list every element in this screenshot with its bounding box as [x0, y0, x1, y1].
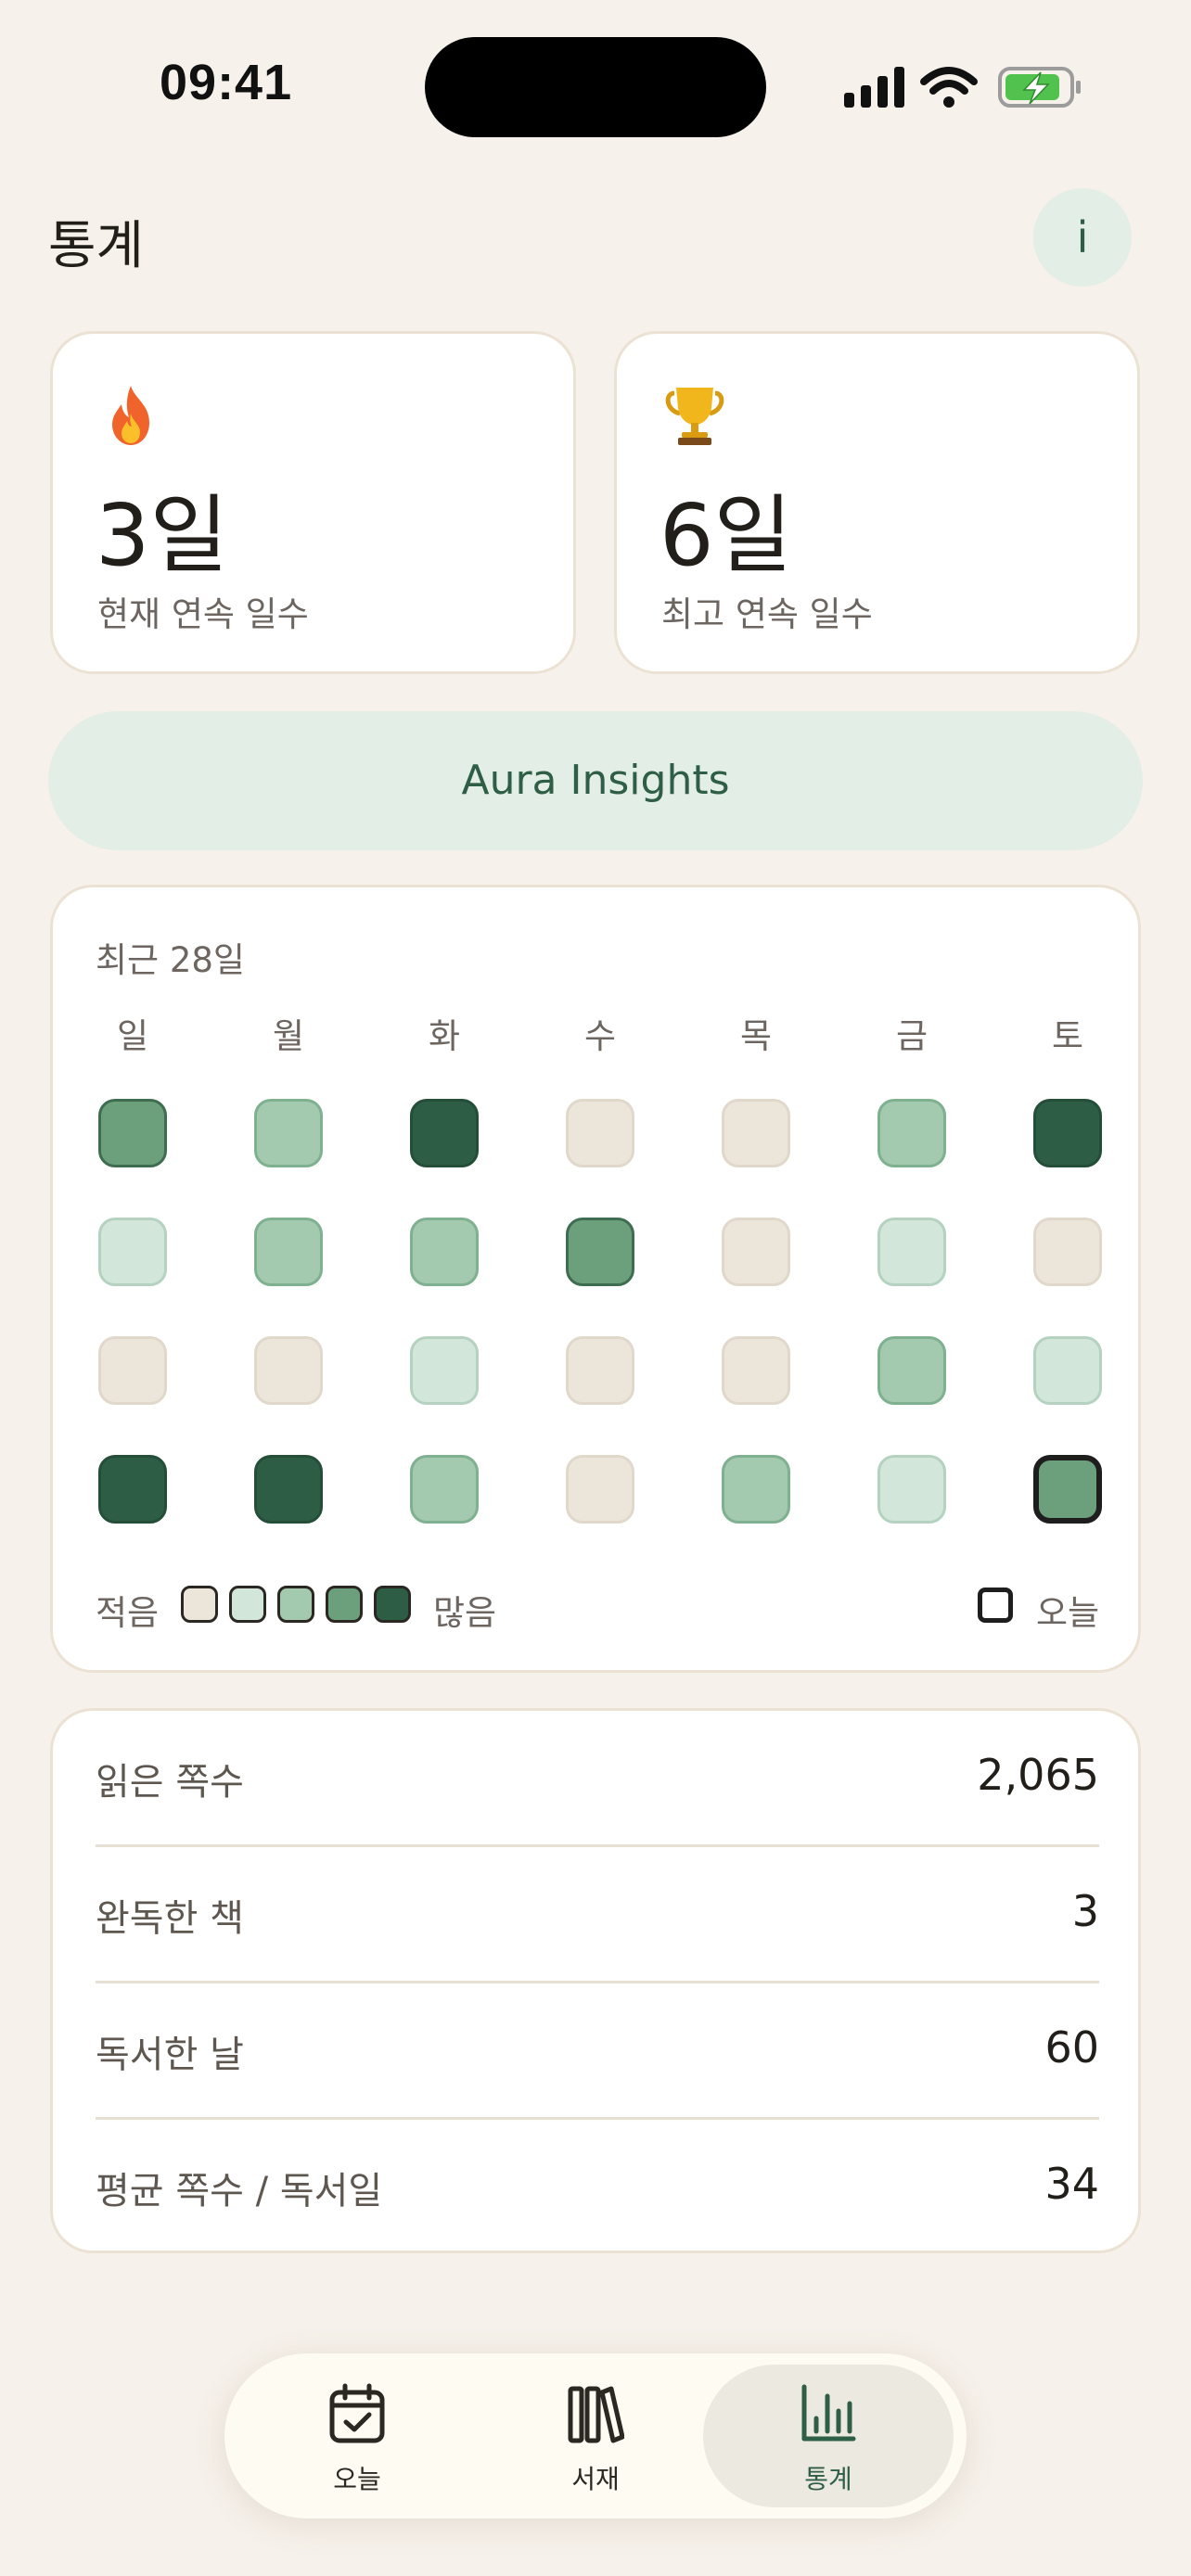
books-icon: [568, 2386, 624, 2443]
calendar-check-icon: [329, 2383, 385, 2443]
heatmap-cell: [877, 1218, 946, 1286]
heatmap-cell: [410, 1336, 479, 1405]
battery-charging-icon: [998, 67, 1081, 108]
bar-chart-icon: [801, 2384, 856, 2442]
stat-label: 평균 쪽수 / 독서일: [96, 2170, 383, 2213]
best-streak-label: 최고 연속 일수: [661, 594, 873, 634]
legend-today-swatch: [978, 1588, 1013, 1623]
weekday-label: 토: [1051, 1016, 1084, 1056]
heatmap-cell: [566, 1336, 634, 1405]
heatmap-cell: [877, 1099, 946, 1167]
stat-value: 3: [1071, 1886, 1099, 1936]
tab-label: 통계: [804, 2464, 852, 2494]
heatmap-cell: [254, 1099, 323, 1167]
heatmap-cell: [98, 1336, 167, 1405]
tab-stats[interactable]: 통계: [703, 2365, 954, 2507]
tab-label: 오늘: [333, 2464, 381, 2494]
legend-swatch-level-2: [277, 1586, 314, 1623]
weekday-label: 월: [272, 1016, 305, 1056]
legend-today-label: 오늘: [1036, 1593, 1100, 1633]
heatmap-cell: [254, 1336, 323, 1405]
weekday-label: 화: [428, 1016, 461, 1056]
stat-row-average-pages: 평균 쪽수 / 독서일 34: [96, 2120, 1099, 2255]
fire-icon: [112, 386, 149, 445]
stat-label: 독서한 날: [96, 2034, 244, 2076]
status-time: 09:41: [160, 55, 293, 110]
heatmap-cell: [877, 1336, 946, 1405]
legend-less-label: 적음: [96, 1593, 160, 1633]
heatmap-cell-today: [1033, 1455, 1102, 1524]
current-streak-value: 3일: [96, 486, 229, 585]
dynamic-island: [425, 37, 766, 137]
stat-value: 34: [1044, 2159, 1099, 2209]
current-streak-card: 3일 현재 연속 일수: [50, 331, 576, 674]
heatmap-cell: [722, 1099, 790, 1167]
weekday-label: 목: [739, 1016, 773, 1056]
heatmap-cell: [566, 1218, 634, 1286]
legend-swatch-level-4: [374, 1586, 411, 1623]
heatmap-cell: [722, 1218, 790, 1286]
stats-card: 읽은 쪽수 2,065 완독한 책 3 독서한 날 60 평균 쪽수 / 독서일…: [50, 1708, 1141, 2253]
tab-library[interactable]: 서재: [470, 2365, 721, 2507]
best-streak-card: 6일 최고 연속 일수: [614, 331, 1140, 674]
tab-today[interactable]: 오늘: [232, 2365, 482, 2507]
weekday-label: 수: [583, 1016, 617, 1056]
heatmap-cell: [410, 1099, 479, 1167]
weekday-label: 금: [895, 1016, 928, 1056]
heatmap-cell: [722, 1455, 790, 1524]
trophy-icon: [665, 388, 724, 445]
stat-row-books-finished: 완독한 책 3: [96, 1847, 1099, 1983]
aura-insights-button[interactable]: Aura Insights: [48, 711, 1143, 850]
stat-value: 2,065: [977, 1750, 1099, 1800]
info-button[interactable]: i: [1033, 188, 1132, 287]
current-streak-label: 현재 연속 일수: [97, 594, 309, 634]
heatmap-cell: [566, 1099, 634, 1167]
legend-swatch-level-1: [229, 1586, 266, 1623]
heatmap-cell: [98, 1455, 167, 1524]
heatmap-cell: [98, 1099, 167, 1167]
tab-label: 서재: [571, 2464, 620, 2494]
stat-row-reading-days: 독서한 날 60: [96, 1983, 1099, 2119]
legend-swatch-level-0: [181, 1586, 218, 1623]
heatmap-cell: [1033, 1336, 1102, 1405]
heatmap-cell: [254, 1455, 323, 1524]
legend-swatch-level-3: [326, 1586, 363, 1623]
heatmap-cell: [1033, 1099, 1102, 1167]
heatmap-cell: [1033, 1218, 1102, 1286]
best-streak-value: 6일: [660, 486, 793, 585]
wifi-icon: [920, 67, 978, 108]
heatmap-cell: [722, 1336, 790, 1405]
page-title: 통계: [48, 216, 145, 276]
stat-label: 완독한 책: [96, 1897, 244, 1940]
status-icons: [844, 67, 1081, 108]
heatmap-cell: [254, 1218, 323, 1286]
heatmap-cell: [410, 1455, 479, 1524]
heatmap-title: 최근 28일: [96, 940, 245, 980]
heatmap-cell: [410, 1218, 479, 1286]
stat-label: 읽은 쪽수: [96, 1761, 244, 1804]
heatmap-cell: [98, 1218, 167, 1286]
legend-more-label: 많음: [433, 1593, 497, 1633]
status-bar: 09:41: [0, 0, 1191, 176]
reading-heatmap-card: 최근 28일 일 월 화 수 목 금 토 적음 많음 오늘: [50, 885, 1141, 1673]
bottom-tab-bar: 오늘 서재 통계: [224, 2353, 967, 2519]
stat-value: 60: [1044, 2022, 1099, 2072]
heatmap-cell: [566, 1455, 634, 1524]
stat-row-pages-read: 읽은 쪽수 2,065: [96, 1711, 1099, 1846]
heatmap-cell: [877, 1455, 946, 1524]
weekday-label: 일: [116, 1016, 149, 1056]
signal-icon: [844, 67, 904, 108]
